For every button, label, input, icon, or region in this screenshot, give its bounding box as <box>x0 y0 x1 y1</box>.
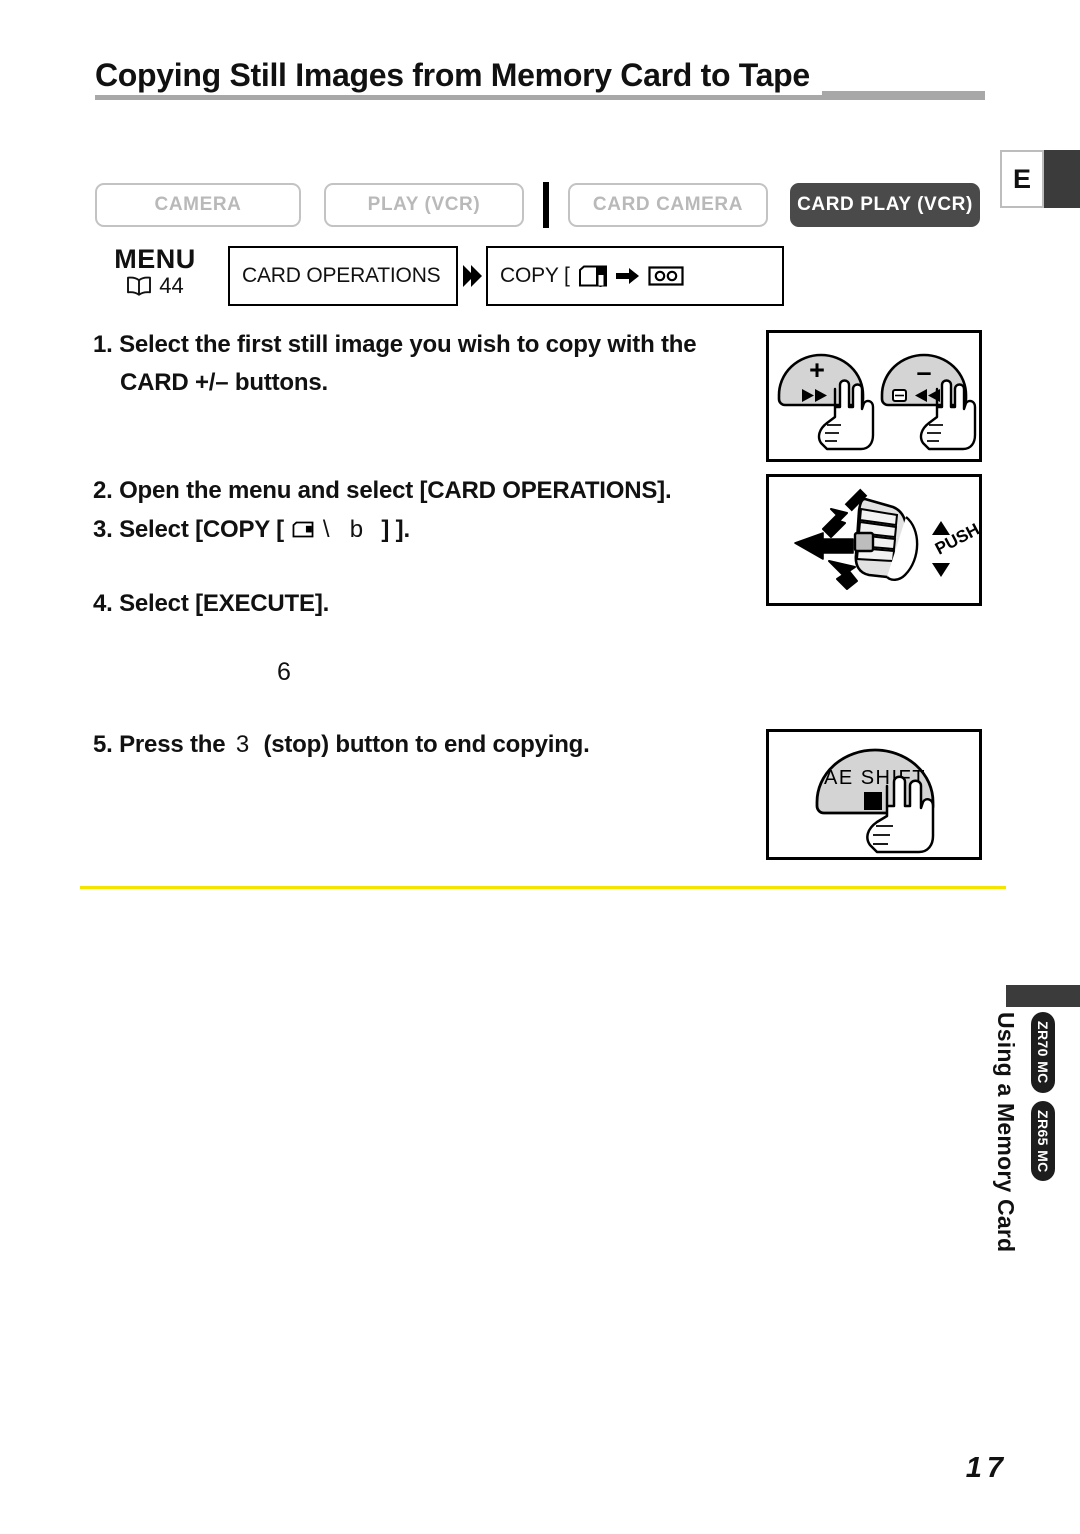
step-3-number: 3. <box>93 516 113 543</box>
step-2-number: 2. <box>93 477 113 504</box>
step-2: 2. Open the menu and select [CARD OPERAT… <box>93 472 753 510</box>
ae-shift-diagram: AE SHIFT <box>815 748 935 854</box>
mode-tab-bar: CAMERA PLAY (VCR) CARD CAMERA CARD PLAY … <box>95 182 980 228</box>
menu-item-copy-label: COPY [ <box>500 264 570 287</box>
illustration-card-plus-minus-buttons: + – <box>766 330 982 462</box>
chevron-right-icon <box>463 265 482 287</box>
step-4-text: Select [EXECUTE]. <box>119 590 330 617</box>
card-buttons-diagram: + – <box>777 353 977 451</box>
illustration-selector-dial: PUSH <box>766 474 982 606</box>
svg-text:–: – <box>916 357 931 387</box>
language-tab: E <box>1000 150 1080 208</box>
model-badge-zr65mc: ZR65 MC <box>1031 1100 1055 1182</box>
model-badge-zr70mc: ZR70 MC <box>1031 1012 1055 1093</box>
language-tab-block <box>1044 150 1080 208</box>
menu-page-reference: 44 <box>95 275 215 297</box>
step-3-prefix: Select [COPY [ <box>119 516 284 543</box>
step-1-line1: Select the first still image you wish to… <box>119 331 697 358</box>
section-divider-rule <box>80 886 1006 889</box>
memory-card-icon <box>578 265 607 287</box>
page-number: 17 <box>965 1452 1008 1484</box>
step-1-number: 1. <box>93 331 113 358</box>
page-header: Copying Still Images from Memory Card to… <box>95 55 985 105</box>
step-5-suffix: (stop) button to end copying. <box>263 731 590 758</box>
step-1-line2: CARD +/– buttons. <box>120 369 328 396</box>
mode-group-divider <box>543 182 549 228</box>
selector-dial-diagram: PUSH <box>794 488 979 590</box>
mode-tab-card-play-vcr[interactable]: CARD PLAY (VCR) <box>790 183 980 227</box>
svg-text:+: + <box>809 355 825 385</box>
memory-card-icon <box>292 521 314 538</box>
sidebar-top-block <box>1006 985 1080 1007</box>
step-5: 5. Press the 3 (stop) button to end copy… <box>93 726 753 764</box>
language-tab-letter: E <box>1000 150 1044 208</box>
page-title: Copying Still Images from Memory Card to… <box>95 55 822 95</box>
step-5-prefix: Press the <box>119 731 226 758</box>
step-1: 1. Select the first still image you wish… <box>93 326 753 402</box>
step-4: 4. Select [EXECUTE]. <box>93 585 753 623</box>
stray-marker-6: 6 <box>277 658 291 686</box>
step-3: 3. Select [COPY [ \ b ] ]. <box>93 511 753 549</box>
step-3-glyph-b: b <box>349 516 363 543</box>
step-5-number: 5. <box>93 731 113 758</box>
menu-word: MENU <box>114 244 196 274</box>
sidebar-model-badges: ZR70 MC ZR65 MC <box>1026 1012 1060 1182</box>
menu-label-group: MENU 44 <box>95 244 215 297</box>
step-3-glyph-backslash: \ <box>322 516 330 543</box>
illustration-ae-shift-stop-button: AE SHIFT <box>766 729 982 860</box>
mode-tab-card-camera[interactable]: CARD CAMERA <box>568 183 768 227</box>
menu-item-copy[interactable]: COPY [ <box>486 246 784 306</box>
mode-tab-play-vcr[interactable]: PLAY (VCR) <box>324 183 524 227</box>
menu-page-number: 44 <box>159 273 184 298</box>
open-book-icon <box>127 276 152 296</box>
cassette-tape-icon <box>648 266 684 286</box>
menu-item-card-operations[interactable]: CARD OPERATIONS <box>228 246 458 306</box>
step-3-suffix: ] ]. <box>381 516 410 543</box>
arrow-right-icon <box>615 268 639 284</box>
mode-tab-camera[interactable]: CAMERA <box>95 183 301 227</box>
step-2-text: Open the menu and select [CARD OPERATION… <box>119 477 672 504</box>
sidebar-section-title: Using a Memory Card <box>993 1012 1019 1253</box>
step-5-stop-glyph: 3 <box>235 731 249 758</box>
step-4-number: 4. <box>93 590 113 617</box>
